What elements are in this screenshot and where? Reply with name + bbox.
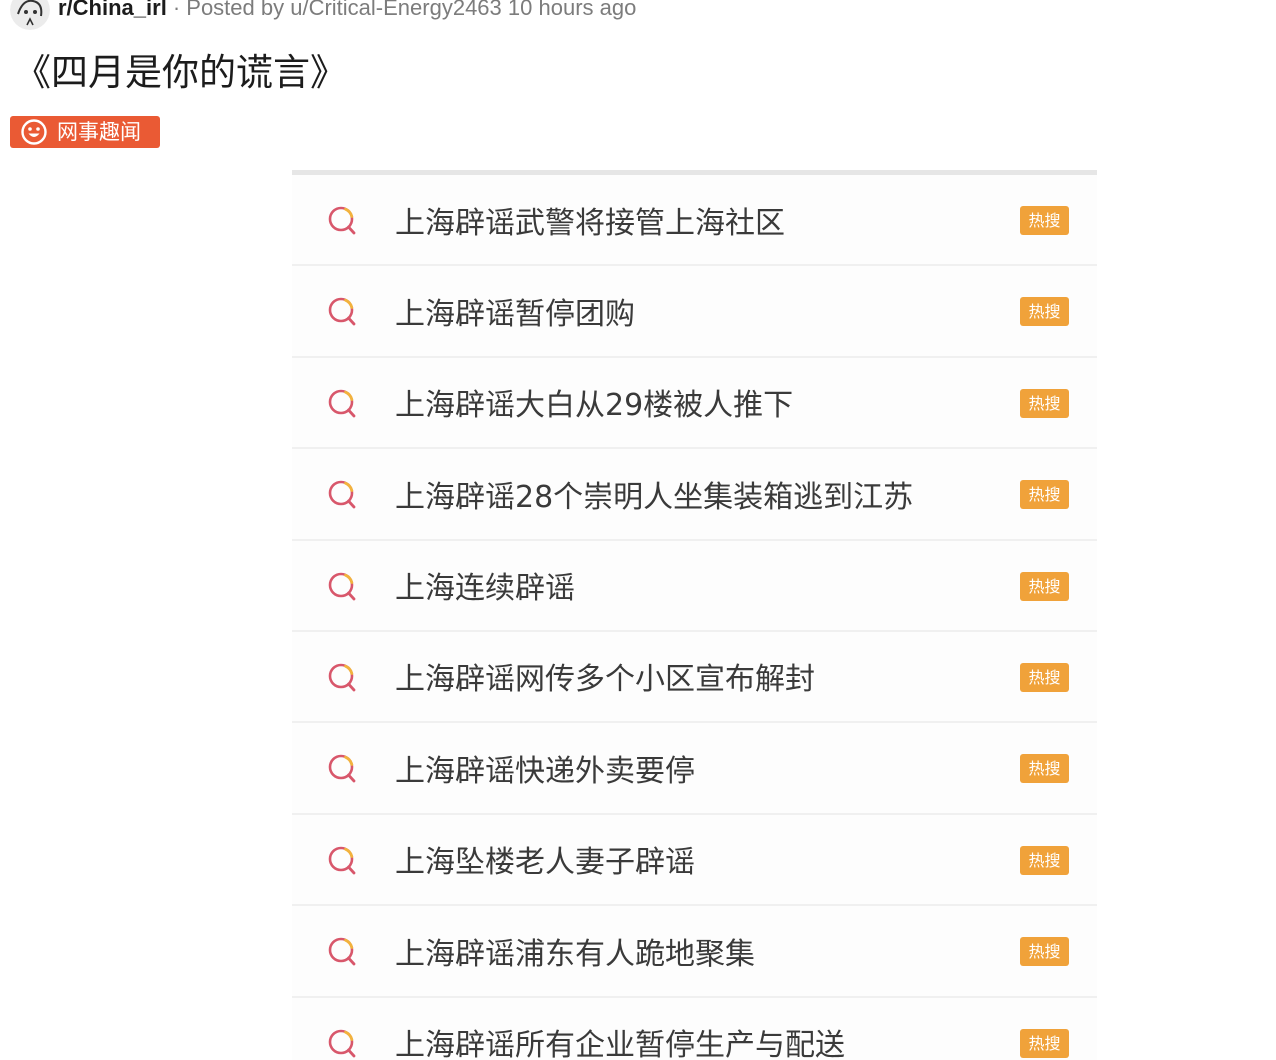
hot-badge: 热搜 [1020,480,1069,510]
subreddit-avatar-icon [10,0,50,30]
search-icon [326,751,360,785]
hot-badge: 热搜 [1020,297,1069,327]
hot-badge: 热搜 [1020,937,1069,967]
hot-search-row: 上海辟谣暂停团购 热搜 [292,266,1097,358]
subreddit-link[interactable]: r/China_irl [58,0,167,20]
posted-by-label: Posted by [186,0,285,20]
smiley-icon [21,119,47,145]
search-icon [326,386,360,420]
flair-label: 网事趣闻 [57,120,141,144]
hot-badge: 热搜 [1020,388,1069,418]
search-icon [326,660,360,694]
search-icon [326,294,360,328]
author-link[interactable]: u/Critical-Energy2463 [290,0,502,20]
hot-search-text: 上海坠楼老人妻子辟谣 [395,845,695,881]
hot-badge: 热搜 [1020,662,1069,692]
post-title[interactable]: 《四月是你的谎言》 [14,49,347,97]
hot-search-row: 上海辟谣网传多个小区宣布解封 热搜 [292,632,1097,724]
hot-search-row: 上海坠楼老人妻子辟谣 热搜 [292,815,1097,907]
hot-search-row: 上海辟谣武警将接管上海社区 热搜 [292,175,1097,267]
hot-search-text: 上海辟谣暂停团购 [395,296,635,332]
post-meta-rest: · Posted by u/Critical-Energy2463 10 hou… [173,0,637,20]
search-icon [326,203,360,237]
hot-badge: 热搜 [1020,571,1069,601]
hot-search-text: 上海连续辟谣 [395,571,575,607]
search-icon [326,934,360,968]
hot-search-text: 上海辟谣武警将接管上海社区 [395,205,785,241]
hot-search-text: 上海辟谣所有企业暂停生产与配送 [395,1028,845,1060]
post-flair[interactable]: 网事趣闻 [10,116,160,148]
hot-search-text: 上海辟谣28个崇明人坐集装箱逃到江苏 [395,479,914,515]
hot-badge: 热搜 [1020,845,1069,875]
hot-search-text: 上海辟谣大白从29楼被人推下 [395,388,794,424]
hot-search-row: 上海辟谣浦东有人跪地聚集 热搜 [292,906,1097,998]
hot-search-text: 上海辟谣浦东有人跪地聚集 [395,936,755,972]
hot-search-row: 上海辟谣所有企业暂停生产与配送 热搜 [292,998,1097,1060]
hot-badge: 热搜 [1020,754,1069,784]
hot-search-row: 上海辟谣快递外卖要停 热搜 [292,723,1097,815]
hot-search-row: 上海辟谣28个崇明人坐集装箱逃到江苏 热搜 [292,449,1097,541]
hot-search-text: 上海辟谣快递外卖要停 [395,753,695,789]
post-image[interactable]: 上海辟谣武警将接管上海社区 热搜 上海辟谣暂停团购 热搜 上海辟谣大白从29楼被… [292,170,1097,1060]
hot-badge: 热搜 [1020,1028,1069,1058]
meta-separator: · [172,0,181,20]
hot-badge: 热搜 [1020,206,1069,235]
search-icon [326,1026,360,1060]
search-icon [326,569,360,603]
hot-search-text: 上海辟谣网传多个小区宣布解封 [395,662,815,698]
subreddit-avatar[interactable] [10,0,50,30]
post-meta: r/China_irl · Posted by u/Critical-Energy… [58,0,636,22]
hot-search-row: 上海辟谣大白从29楼被人推下 热搜 [292,358,1097,450]
search-icon [326,843,360,877]
search-icon [326,477,360,511]
hot-search-row: 上海连续辟谣 热搜 [292,541,1097,632]
post-time[interactable]: 10 hours ago [508,0,636,20]
